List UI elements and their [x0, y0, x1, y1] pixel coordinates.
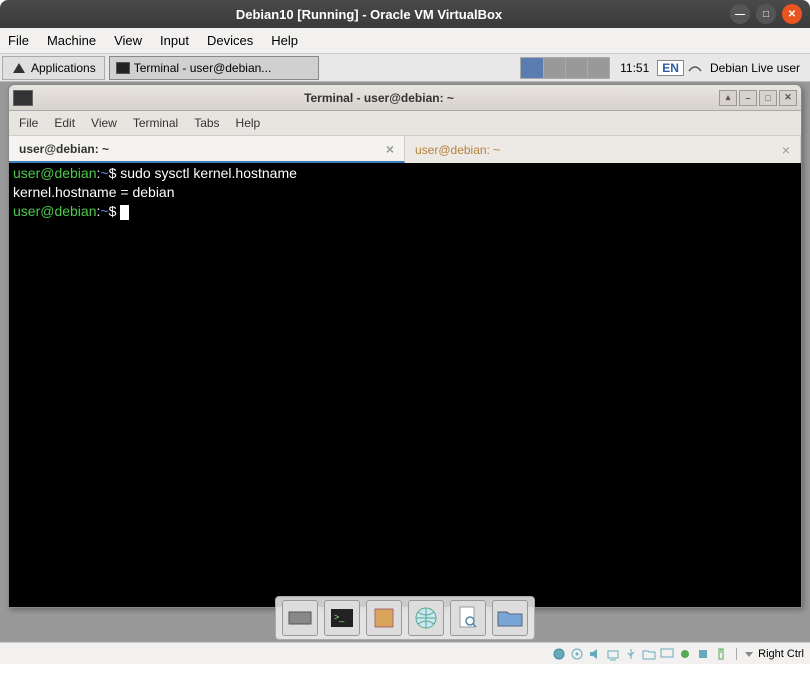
vbox-cpu-icon[interactable]	[696, 647, 710, 661]
desktop-icon	[288, 610, 312, 626]
vbox-menu-file[interactable]: File	[8, 33, 29, 48]
vbox-menu-input[interactable]: Input	[160, 33, 189, 48]
prompt-user-2: user@debian	[13, 203, 97, 219]
terminal-tab-1-close-button[interactable]: ×	[386, 141, 394, 157]
vbox-recording-icon[interactable]	[678, 647, 692, 661]
taskbar-button-label: Terminal - user@debian...	[134, 61, 272, 75]
vbox-titlebar: Debian10 [Running] - Oracle VM VirtualBo…	[0, 0, 810, 28]
terminal-keep-above-button[interactable]: ▴	[719, 90, 737, 106]
terminal-command-1: sudo sysctl kernel.hostname	[120, 165, 297, 181]
terminal-tab-2-label: user@debian: ~	[415, 143, 500, 157]
vbox-minimize-button[interactable]: —	[730, 4, 750, 24]
prompt-path-2: ~	[100, 203, 108, 219]
keyboard-layout-indicator[interactable]: EN	[657, 60, 684, 76]
terminal-close-button[interactable]: ✕	[779, 90, 797, 106]
terminal-window-controls: ▴ – □ ✕	[719, 90, 797, 106]
terminal-menubar: File Edit View Terminal Tabs Help	[9, 111, 801, 135]
workspace-4[interactable]	[587, 58, 609, 78]
applications-label: Applications	[31, 61, 96, 75]
terminal-tab-1-label: user@debian: ~	[19, 142, 109, 156]
terminal-cursor	[120, 205, 129, 220]
globe-icon	[414, 606, 438, 630]
dock-search[interactable]	[450, 600, 486, 636]
terminal-tabbar: user@debian: ~ × user@debian: ~ ×	[9, 135, 801, 163]
vbox-hdd-icon[interactable]	[552, 647, 566, 661]
guest-desktop: Applications Terminal - user@debian... 1…	[0, 54, 810, 642]
terminal-tab-2-close-button[interactable]: ×	[782, 142, 790, 158]
vbox-menu-devices[interactable]: Devices	[207, 33, 253, 48]
prompt-end: $	[109, 165, 121, 181]
vbox-optical-icon[interactable]	[570, 647, 584, 661]
drive-icon	[373, 607, 395, 629]
network-icon[interactable]	[686, 61, 704, 75]
terminal-tab-1[interactable]: user@debian: ~ ×	[9, 136, 405, 163]
document-search-icon	[457, 606, 479, 630]
folder-icon	[497, 608, 523, 628]
svg-text:>_: >_	[334, 612, 345, 622]
taskbar-button-terminal[interactable]: Terminal - user@debian...	[109, 56, 319, 80]
vbox-maximize-button[interactable]: □	[756, 4, 776, 24]
terminal-menu-edit[interactable]: Edit	[54, 116, 75, 130]
terminal-menu-terminal[interactable]: Terminal	[133, 116, 178, 130]
terminal-maximize-button[interactable]: □	[759, 90, 777, 106]
prompt-user: user@debian	[13, 165, 97, 181]
vbox-network-icon[interactable]	[606, 647, 620, 661]
terminal-minimize-button[interactable]: –	[739, 90, 757, 106]
vbox-menubar: File Machine View Input Devices Help	[0, 28, 810, 54]
xfce-panel: Applications Terminal - user@debian... 1…	[0, 54, 810, 82]
workspace-1[interactable]	[521, 58, 543, 78]
vbox-window-controls: — □ ✕	[730, 4, 802, 24]
dock-file-manager[interactable]	[366, 600, 402, 636]
terminal-titlebar[interactable]: Terminal - user@debian: ~ ▴ – □ ✕	[9, 85, 801, 111]
dock-web-browser[interactable]	[408, 600, 444, 636]
vbox-statusbar: Right Ctrl	[0, 642, 810, 664]
terminal-output-1: kernel.hostname = debian	[13, 184, 175, 200]
vbox-menu-machine[interactable]: Machine	[47, 33, 96, 48]
dock-terminal[interactable]: >_	[324, 600, 360, 636]
workspace-switcher[interactable]	[520, 57, 610, 79]
workspace-3[interactable]	[565, 58, 587, 78]
vbox-menu-help[interactable]: Help	[271, 33, 298, 48]
terminal-icon: >_	[330, 608, 354, 628]
dock-folder[interactable]	[492, 600, 528, 636]
vbox-usb-icon[interactable]	[624, 647, 638, 661]
terminal-window-title: Terminal - user@debian: ~	[39, 91, 719, 105]
vbox-window-title: Debian10 [Running] - Oracle VM VirtualBo…	[8, 7, 730, 22]
vbox-hostkey-label: Right Ctrl	[758, 648, 804, 660]
vbox-audio-icon[interactable]	[588, 647, 602, 661]
mouse-icon	[11, 61, 27, 75]
xfce-dock: >_	[275, 596, 535, 640]
terminal-menu-file[interactable]: File	[19, 116, 38, 130]
vbox-close-button[interactable]: ✕	[782, 4, 802, 24]
workspace-2[interactable]	[543, 58, 565, 78]
panel-user-label[interactable]: Debian Live user	[704, 61, 806, 75]
terminal-icon	[116, 62, 130, 74]
terminal-menu-tabs[interactable]: Tabs	[194, 116, 219, 130]
arrow-down-icon	[743, 648, 755, 660]
terminal-body[interactable]: user@debian:~$ sudo sysctl kernel.hostna…	[9, 163, 801, 607]
vbox-mouse-integration-icon[interactable]	[714, 647, 728, 661]
vbox-menu-view[interactable]: View	[114, 33, 142, 48]
terminal-title-icon	[13, 90, 33, 106]
terminal-window: Terminal - user@debian: ~ ▴ – □ ✕ File E…	[8, 84, 802, 608]
dock-show-desktop[interactable]	[282, 600, 318, 636]
terminal-tab-2[interactable]: user@debian: ~ ×	[405, 136, 801, 163]
prompt-path: ~	[100, 165, 108, 181]
terminal-menu-help[interactable]: Help	[236, 116, 261, 130]
terminal-menu-view[interactable]: View	[91, 116, 117, 130]
prompt-end-2: $	[109, 203, 121, 219]
vbox-hostkey-indicator[interactable]: Right Ctrl	[736, 648, 804, 660]
vbox-display-icon[interactable]	[660, 647, 674, 661]
applications-menu-button[interactable]: Applications	[2, 56, 105, 80]
panel-clock[interactable]: 11:51	[614, 61, 655, 75]
vbox-shared-folder-icon[interactable]	[642, 647, 656, 661]
